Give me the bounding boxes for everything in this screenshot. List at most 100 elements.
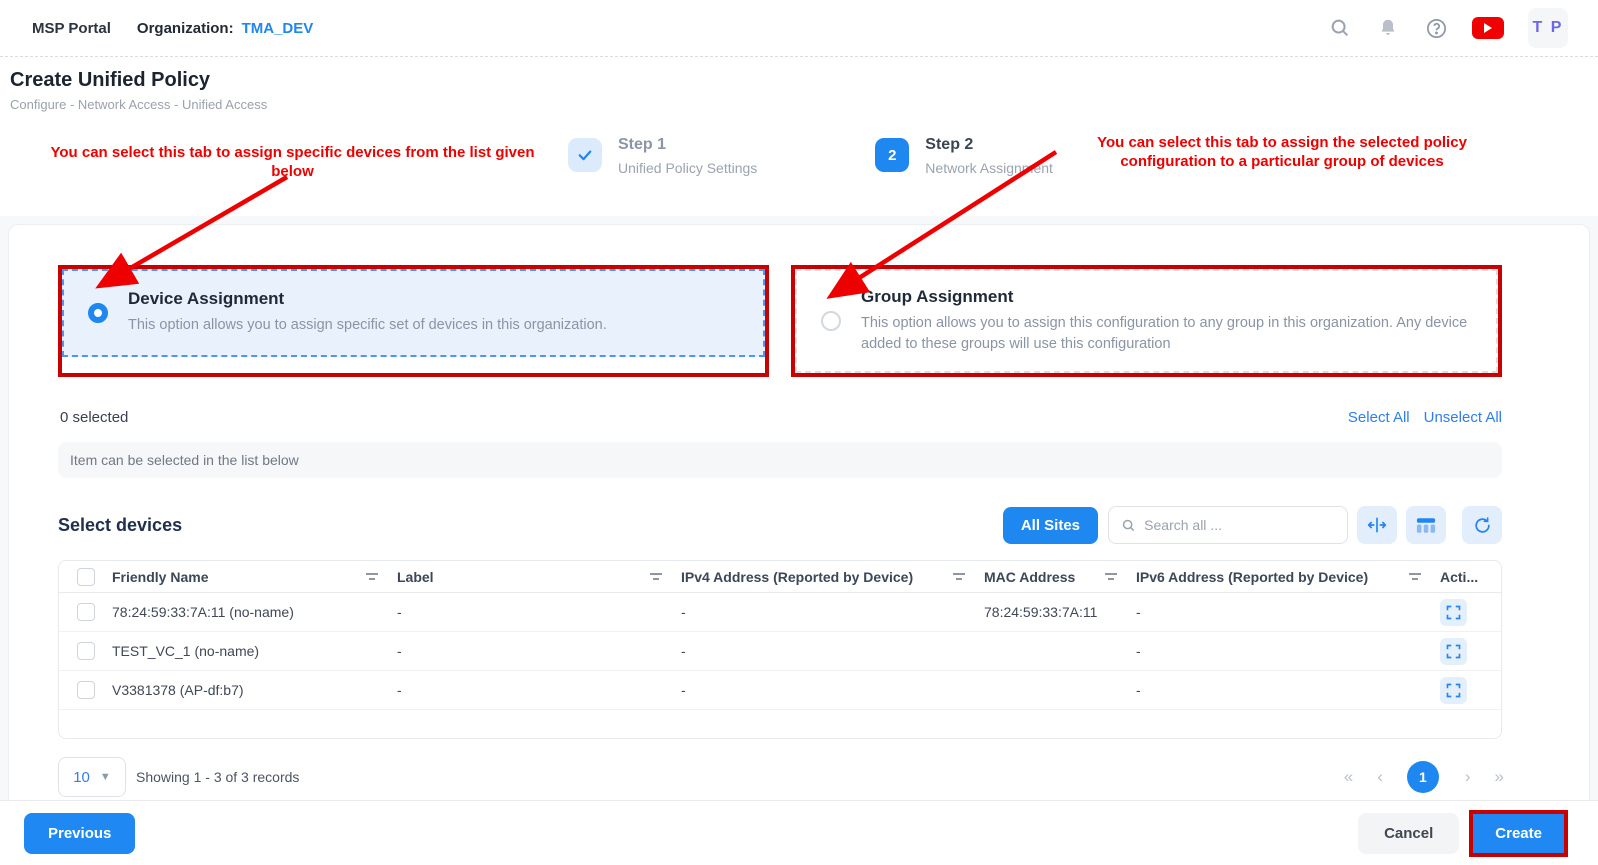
user-avatar[interactable]: T P [1528,8,1568,48]
table-row[interactable]: 78:24:59:33:7A:11 (no-name) - - 78:24:59… [59,593,1501,632]
col-actions: Acti... [1440,569,1478,585]
group-assignment-annotation-box: Group Assignment This option allows you … [791,265,1502,377]
step-2-number-badge: 2 [875,138,909,172]
step-1-sublabel: Unified Policy Settings [618,160,757,176]
footer-bar: Previous Cancel Create [0,800,1598,865]
filter-icon[interactable] [952,572,966,582]
youtube-icon[interactable] [1472,17,1504,39]
col-mac: MAC Address [984,569,1075,585]
stepper: Step 1 Unified Policy Settings 2 Step 2 … [568,136,1053,176]
create-button[interactable]: Create [1473,814,1564,853]
step-1-check-icon [568,138,602,172]
select-all-link[interactable]: Select All [1348,409,1410,426]
expand-row-button[interactable] [1440,677,1467,704]
chevron-down-icon: ▼ [100,771,111,783]
fullscreen-icon [1446,605,1461,620]
page-size-value: 10 [73,769,90,786]
device-assignment-option[interactable]: Device Assignment This option allows you… [62,269,765,357]
last-page-button[interactable]: » [1495,767,1502,787]
assignment-options-row: Device Assignment This option allows you… [9,225,1589,377]
col-label: Label [397,569,434,585]
cell-ipv6: - [1136,643,1440,659]
fullscreen-icon [1446,683,1461,698]
previous-button[interactable]: Previous [24,813,135,854]
select-devices-title: Select devices [58,515,182,536]
create-annotation-box: Create [1469,810,1568,857]
page-title: Create Unified Policy [10,69,1598,92]
cell-mac: 78:24:59:33:7A:11 [984,604,1136,620]
col-ipv4: IPv4 Address (Reported by Device) [681,569,913,585]
step-2[interactable]: 2 Step 2 Network Assignment [875,136,1053,176]
devices-toolbar: Select devices All Sites [9,478,1589,544]
notifications-bell-icon[interactable] [1376,16,1400,40]
all-sites-button[interactable]: All Sites [1003,507,1098,544]
cell-label: - [397,643,681,659]
device-assignment-radio[interactable] [88,303,108,323]
refresh-icon [1473,516,1492,535]
page-header: Create Unified Policy Configure - Networ… [0,56,1598,124]
selected-count: 0 selected [60,409,128,426]
group-assignment-radio[interactable] [821,311,841,331]
row-checkbox[interactable] [77,642,95,660]
fullscreen-icon [1446,644,1461,659]
steps-band: You can select this tab to assign specif… [0,124,1598,216]
group-assignment-option[interactable]: Group Assignment This option allows you … [795,269,1498,373]
device-search-box[interactable] [1108,506,1348,544]
device-assignment-description: This option allows you to assign specifi… [128,315,607,336]
current-page-button[interactable]: 1 [1407,761,1439,793]
cell-ipv6: - [1136,682,1440,698]
filter-icon[interactable] [1104,572,1118,582]
columns-icon [1416,517,1436,534]
table-empty-space [59,710,1501,738]
top-bar: MSP Portal Organization: TMA_DEV T P [0,0,1598,56]
filter-icon[interactable] [1408,572,1422,582]
column-settings-button[interactable] [1406,506,1446,544]
app-brand: MSP Portal [32,20,111,37]
create-unified-policy-page: MSP Portal Organization: TMA_DEV T P Cre… [0,0,1598,865]
devices-table-header: Friendly Name Label IPv4 Address (Report… [59,561,1501,593]
annotation-group-tab: You can select this tab to assign the se… [1052,134,1512,172]
step-2-sublabel: Network Assignment [925,160,1053,176]
cancel-button[interactable]: Cancel [1358,813,1459,854]
cell-friendly-name: V3381378 (AP-df:b7) [112,682,397,698]
step-1-label: Step 1 [618,136,666,153]
device-search-input[interactable] [1144,517,1335,533]
prev-page-button[interactable]: ‹ [1377,767,1381,787]
search-icon[interactable] [1328,16,1352,40]
cell-ipv4: - [681,604,984,620]
group-assignment-title: Group Assignment [861,287,1472,307]
help-icon[interactable] [1424,16,1448,40]
table-row[interactable]: TEST_VC_1 (no-name) - - - [59,632,1501,671]
expand-row-button[interactable] [1440,599,1467,626]
step-2-label: Step 2 [925,136,973,153]
expand-row-button[interactable] [1440,638,1467,665]
cell-friendly-name: 78:24:59:33:7A:11 (no-name) [112,604,397,620]
step-1[interactable]: Step 1 Unified Policy Settings [568,136,757,176]
pager: « ‹ 1 › » [1344,761,1502,793]
device-assignment-title: Device Assignment [128,289,607,309]
devices-table: Friendly Name Label IPv4 Address (Report… [58,560,1502,739]
select-all-checkbox[interactable] [77,568,95,586]
records-summary: Showing 1 - 3 of 3 records [136,769,299,785]
fit-columns-button[interactable] [1357,506,1397,544]
cell-ipv4: - [681,682,984,698]
cell-friendly-name: TEST_VC_1 (no-name) [112,643,397,659]
pagination-row: 10 ▼ Showing 1 - 3 of 3 records « ‹ 1 › … [9,739,1589,797]
table-row[interactable]: V3381378 (AP-df:b7) - - - [59,671,1501,710]
row-checkbox[interactable] [77,681,95,699]
organization-value-link[interactable]: TMA_DEV [242,20,314,37]
annotation-device-tab: You can select this tab to assign specif… [40,144,545,182]
filter-icon[interactable] [365,572,379,582]
group-assignment-description: This option allows you to assign this co… [861,313,1472,355]
next-page-button[interactable]: › [1465,767,1469,787]
unselect-all-link[interactable]: Unselect All [1424,409,1502,426]
page-size-select[interactable]: 10 ▼ [58,757,126,797]
refresh-button[interactable] [1462,506,1502,544]
filter-icon[interactable] [649,572,663,582]
first-page-button[interactable]: « [1344,767,1351,787]
network-assignment-card: Device Assignment This option allows you… [8,224,1590,824]
row-checkbox[interactable] [77,603,95,621]
topbar-actions: T P [1328,8,1568,48]
cell-ipv6: - [1136,604,1440,620]
organization-label: Organization: [137,20,234,37]
